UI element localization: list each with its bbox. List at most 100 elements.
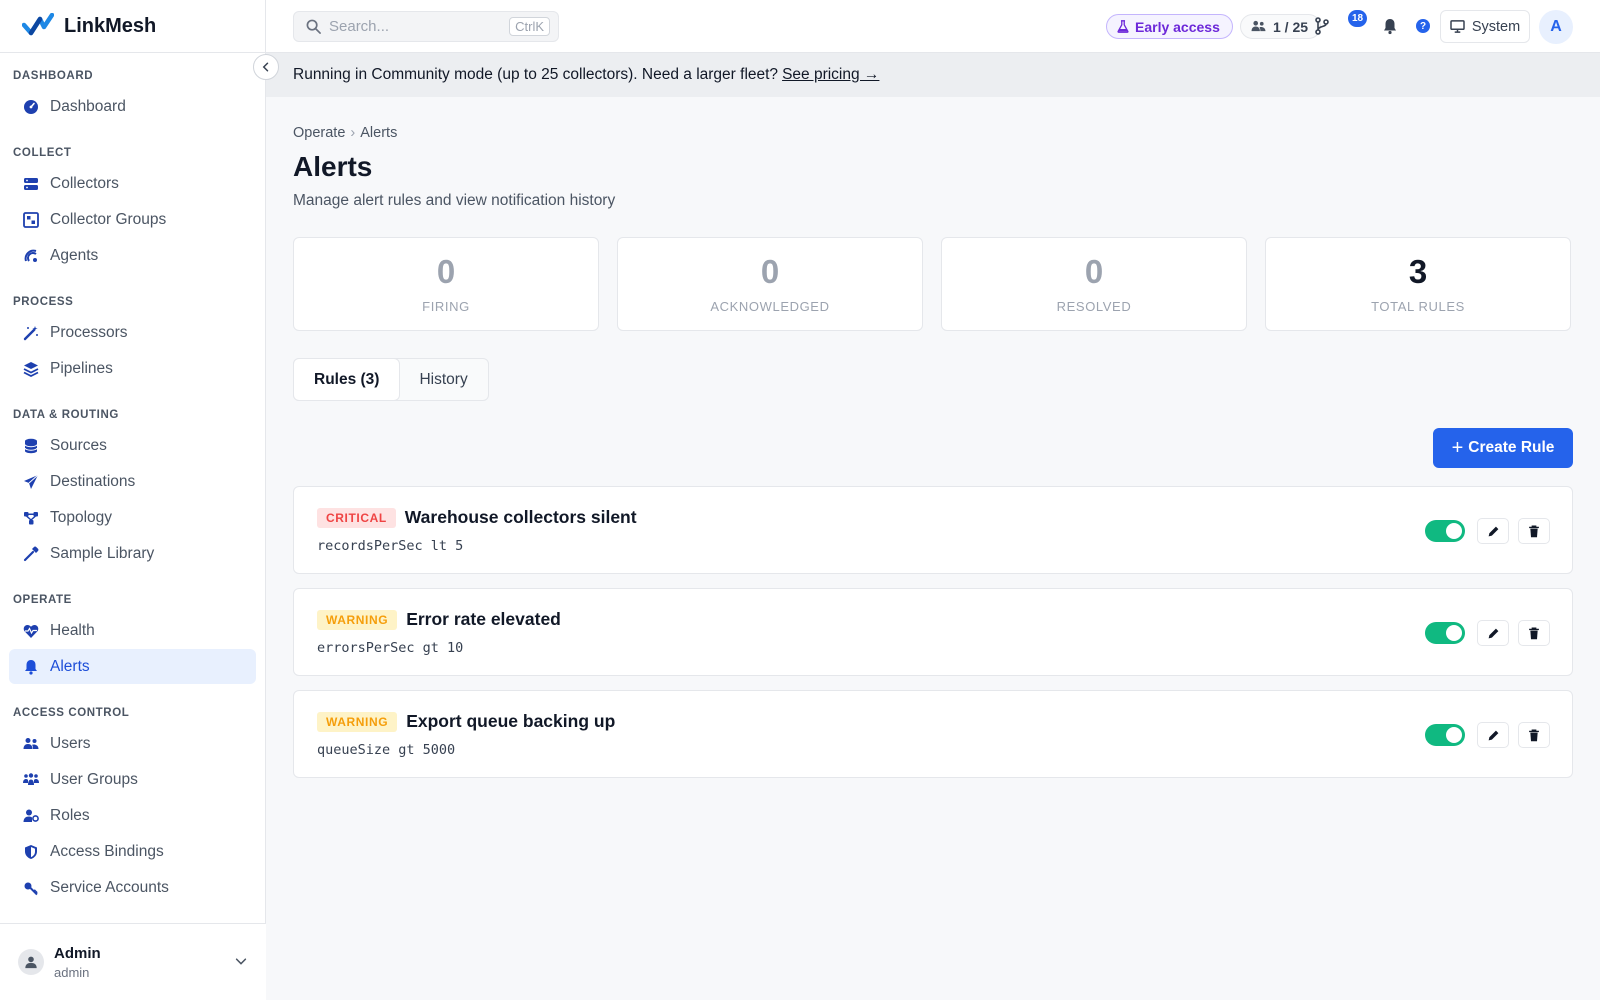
topology-icon	[23, 510, 39, 526]
actions-row: + Create Rule	[293, 428, 1573, 468]
edit-rule-button[interactable]	[1477, 518, 1509, 544]
linkmesh-logo-icon	[22, 13, 54, 36]
trash-icon	[1529, 728, 1539, 741]
notification-count-badge: 18	[1348, 10, 1367, 27]
collapse-sidebar-button[interactable]	[253, 54, 279, 80]
sidebar-item-collectors[interactable]: Collectors	[9, 166, 256, 201]
stat-value: 0	[1084, 252, 1104, 290]
nav-section-data-routing: DATA & ROUTING Sources Destinations Topo…	[0, 400, 265, 571]
sidebar-item-sources[interactable]: Sources	[9, 428, 256, 463]
seat-usage[interactable]: 1 / 25	[1240, 14, 1322, 39]
agent-icon	[23, 248, 39, 264]
rule-card[interactable]: WARNING Error rate elevated errorsPerSec…	[293, 588, 1573, 676]
user-icon	[25, 956, 37, 969]
delete-rule-button[interactable]	[1518, 722, 1550, 748]
sidebar-item-label: Topology	[50, 508, 113, 526]
nav-section-access-control: ACCESS CONTROL Users User Groups Roles A…	[0, 698, 265, 905]
sidebar-item-users[interactable]: Users	[9, 726, 256, 761]
sidebar-item-label: Users	[50, 734, 91, 752]
sidebar-item-service-accounts[interactable]: Service Accounts	[9, 870, 256, 905]
magic-wand-icon	[23, 325, 39, 341]
rule-enabled-toggle[interactable]	[1425, 724, 1465, 746]
sidebar-item-destinations[interactable]: Destinations	[9, 464, 256, 499]
sidebar-item-health[interactable]: Health	[9, 613, 256, 648]
edit-rule-button[interactable]	[1477, 722, 1509, 748]
bell-icon	[1384, 18, 1396, 34]
delete-rule-button[interactable]	[1518, 620, 1550, 646]
user-menu[interactable]: Admin admin	[0, 923, 266, 1000]
git-branch-button[interactable]	[1312, 16, 1332, 36]
rule-card[interactable]: CRITICAL Warehouse collectors silent rec…	[293, 486, 1573, 574]
theme-selector-button[interactable]: System	[1440, 10, 1530, 43]
sidebar-item-label: Alerts	[50, 657, 90, 675]
avatar	[18, 949, 44, 975]
early-access-label: Early access	[1135, 18, 1220, 35]
sidebar-item-label: User Groups	[50, 770, 138, 788]
create-rule-button[interactable]: + Create Rule	[1433, 428, 1573, 468]
rule-card[interactable]: WARNING Export queue backing up queueSiz…	[293, 690, 1573, 778]
tab-history[interactable]: History	[399, 359, 487, 400]
sidebar-item-label: Roles	[50, 806, 90, 824]
main-content: Operate › Alerts Alerts Manage alert rul…	[293, 97, 1573, 792]
sidebar-item-alerts[interactable]: Alerts	[9, 649, 256, 684]
sidebar-item-access-bindings[interactable]: Access Bindings	[9, 834, 256, 869]
early-access-badge[interactable]: Early access	[1106, 14, 1233, 39]
rule-enabled-toggle[interactable]	[1425, 622, 1465, 644]
sidebar-item-pipelines[interactable]: Pipelines	[9, 351, 256, 386]
user-key-icon	[23, 808, 39, 824]
chevron-down-icon[interactable]	[234, 954, 248, 968]
heart-pulse-icon	[23, 623, 39, 639]
user-display-name: Admin	[54, 944, 101, 962]
git-branch-icon	[1315, 17, 1329, 35]
app-name: LinkMesh	[64, 14, 157, 37]
pencil-icon	[1488, 526, 1498, 536]
search-box[interactable]: CtrlK	[293, 11, 559, 42]
sidebar-item-dashboard[interactable]: Dashboard	[9, 89, 256, 124]
user-avatar-button[interactable]: A	[1539, 10, 1573, 44]
nav-section-operate: OPERATE Health Alerts	[0, 585, 265, 684]
page-title: Alerts	[293, 151, 373, 182]
sidebar-item-label: Agents	[50, 246, 99, 264]
stat-card-resolved: 0 RESOLVED	[941, 237, 1247, 331]
search-input[interactable]	[329, 18, 499, 35]
notifications-button[interactable]	[1380, 16, 1400, 36]
server-icon	[23, 176, 39, 192]
trash-icon	[1529, 524, 1539, 537]
pencil-icon	[1488, 628, 1498, 638]
sidebar-item-collector-groups[interactable]: Collector Groups	[9, 202, 256, 237]
rule-name: Error rate elevated	[406, 609, 561, 629]
rule-enabled-toggle[interactable]	[1425, 520, 1465, 542]
breadcrumb: Operate › Alerts	[293, 125, 1573, 141]
help-icon[interactable]: ?	[1416, 19, 1430, 33]
tab-rules[interactable]: Rules (3)	[294, 359, 400, 400]
sidebar-item-topology[interactable]: Topology	[9, 500, 256, 535]
sidebar-item-roles[interactable]: Roles	[9, 798, 256, 833]
sidebar-item-label: Health	[50, 621, 95, 639]
see-pricing-link[interactable]: See pricing →	[782, 66, 879, 84]
sidebar-item-sample-library[interactable]: Sample Library	[9, 536, 256, 571]
sidebar-item-processors[interactable]: Processors	[9, 315, 256, 350]
banner-text: Running in Community mode (up to 25 coll…	[293, 66, 779, 83]
sidebar-item-label: Sample Library	[50, 544, 155, 562]
sidebar-item-user-groups[interactable]: User Groups	[9, 762, 256, 797]
sidebar-item-label: Dashboard	[50, 97, 126, 115]
stat-card-total-rules: 3 TOTAL RULES	[1265, 237, 1571, 331]
paper-plane-icon	[23, 474, 39, 490]
edit-rule-button[interactable]	[1477, 620, 1509, 646]
sidebar-item-label: Destinations	[50, 472, 136, 490]
section-label: COLLECT	[13, 147, 72, 159]
delete-rule-button[interactable]	[1518, 518, 1550, 544]
sidebar-item-agents[interactable]: Agents	[9, 238, 256, 273]
theme-label: System	[1471, 18, 1521, 35]
layers-icon	[23, 361, 39, 377]
monitor-icon	[1450, 20, 1465, 33]
breadcrumb-parent[interactable]: Operate	[293, 125, 345, 141]
rule-condition: errorsPerSec gt 10	[317, 640, 464, 656]
section-label: PROCESS	[13, 296, 74, 308]
bell-icon	[23, 659, 39, 675]
logo[interactable]: LinkMesh	[0, 0, 265, 53]
topbar: CtrlK Early access 1 / 25 18 ? System A	[266, 0, 1600, 53]
rule-condition: recordsPerSec lt 5	[317, 538, 464, 554]
rule-name: Export queue backing up	[406, 711, 616, 731]
flask-icon	[1117, 20, 1129, 33]
